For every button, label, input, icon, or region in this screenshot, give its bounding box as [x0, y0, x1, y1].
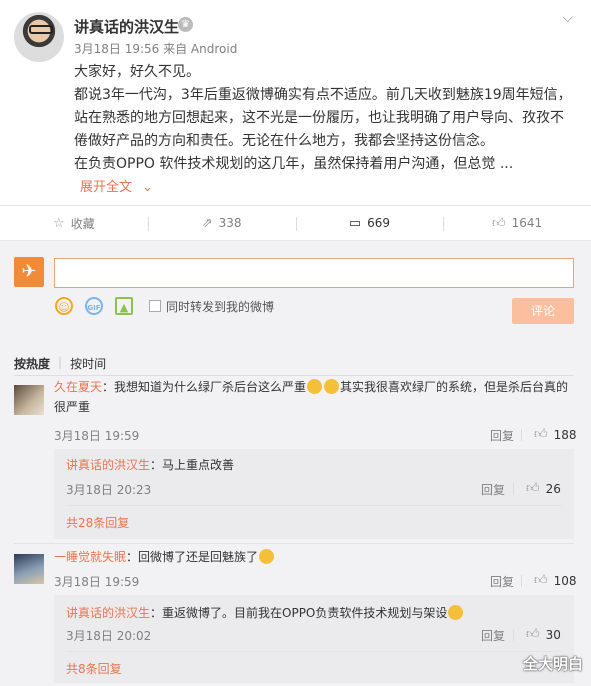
- emoji-icon: [307, 379, 323, 394]
- sort-divider: |: [58, 355, 63, 369]
- member-crown-icon: ♛: [178, 17, 193, 32]
- comment-area: ✈ ☺ GIF ▲ 同时转发到我的微博 评论 按热度 | 按时间 久在夏天：我想…: [0, 241, 591, 686]
- weibo-post: 讲真话的洪汉生 ♛ 3月18日 19:56 来自 Android ⌵ 大家好，好…: [0, 0, 591, 204]
- thumb-up-icon: 👍︎: [534, 573, 548, 588]
- emoji-icon: [448, 605, 464, 620]
- comment-divider: [14, 543, 574, 544]
- my-avatar: ✈: [14, 257, 44, 287]
- comment-text: 一睡觉就失眠：回微博了还是回魅族了: [54, 547, 275, 567]
- thumb-up-icon: 👍︎: [492, 215, 506, 231]
- sort-tabs: 按热度 | 按时间: [14, 355, 106, 372]
- more-replies-link[interactable]: 共28条回复: [66, 514, 129, 531]
- comment-time: 3月18日 19:59: [54, 575, 140, 589]
- reply-author-name[interactable]: 讲真话的洪汉生: [66, 606, 150, 620]
- divider: [521, 429, 522, 441]
- post-line: 大家好，好久不见。: [74, 64, 200, 80]
- share-icon: ⇗: [201, 215, 213, 231]
- forward-button[interactable]: ⇗ 338: [147, 206, 296, 240]
- comment-icon: ▭: [348, 215, 362, 231]
- chevron-down-icon: ⌄: [142, 180, 154, 195]
- reply-like-count: 26: [545, 481, 561, 496]
- post-action-bar: ☆ 收藏 ⇗ 338 ▭ 669 👍︎ 1641: [0, 205, 591, 241]
- divider: [513, 629, 514, 641]
- post-line: 在负责OPPO 软件技术规划的这几年，虽然保持着用户沟通，但总觉 ...: [74, 156, 514, 172]
- submit-comment-button[interactable]: 评论: [512, 298, 574, 324]
- comment-count: 669: [367, 216, 390, 230]
- composer-tools: ☺ GIF ▲ 同时转发到我的微博: [55, 297, 274, 315]
- tab-sort-hot[interactable]: 按热度: [14, 355, 50, 372]
- comment-input[interactable]: [54, 258, 574, 288]
- reply-divider: [66, 505, 562, 506]
- comment-body: ：回微博了还是回魅族了: [126, 550, 259, 564]
- post-line: 倦做好产品的方向和责任。无论在什么地方，我都会坚持这份信念。: [74, 133, 494, 149]
- commenter-avatar[interactable]: [14, 554, 44, 584]
- reply-time: 3月18日 20:02: [66, 629, 152, 643]
- comment-body: ：我想知道为什么绿厂杀后台这么严重: [102, 380, 307, 394]
- like-count: 1641: [511, 216, 543, 230]
- favorite-label: 收藏: [70, 216, 95, 231]
- expand-full-text-link[interactable]: 展开全文 ⌄: [80, 176, 153, 195]
- reply-text: 讲真话的洪汉生：重返微博了。目前我在OPPO负责软件技术规划与架设: [66, 603, 464, 623]
- reply-body: ：重返微博了。目前我在OPPO负责软件技术规划与架设: [150, 606, 448, 620]
- comment-time: 3月18日 19:59: [54, 429, 140, 443]
- reply-like-button[interactable]: 👍︎ 26: [513, 481, 561, 496]
- comment-like-button[interactable]: 👍︎ 188: [521, 427, 577, 442]
- star-icon: ☆: [53, 215, 65, 231]
- author-avatar[interactable]: [14, 12, 64, 62]
- reply-like-count: 30: [545, 627, 561, 642]
- thumb-up-icon: 👍︎: [534, 427, 548, 442]
- thumb-up-icon: 👍︎: [526, 481, 540, 496]
- emoji-icon: [324, 379, 340, 394]
- comment-like-count: 188: [553, 427, 577, 442]
- reply-like-button[interactable]: 👍︎ 30: [513, 627, 561, 642]
- emoji-icon: [259, 549, 275, 564]
- divider: [521, 575, 522, 587]
- comment-text: 久在夏天：我想知道为什么绿厂杀后台这么严重 其实我很喜欢绿厂的系统，但是杀后台真的…: [54, 377, 574, 417]
- comment-like-button[interactable]: 👍︎ 108: [521, 573, 577, 588]
- forward-checkbox[interactable]: [149, 300, 161, 312]
- like-button[interactable]: 👍︎ 1641: [443, 206, 591, 240]
- reply-body: ：马上重点改善: [150, 458, 235, 472]
- post-line: 站在熟悉的地方回想起来，这不光是一份履历，也让我明确了用户导向、孜孜不: [74, 110, 564, 126]
- comment-like-count: 108: [553, 573, 577, 588]
- commenter-name[interactable]: 久在夏天: [54, 380, 102, 394]
- divider: [513, 483, 514, 495]
- post-meta: 3月18日 19:56 来自 Android: [74, 42, 238, 56]
- comment-body: 其实我很喜欢绿厂的系统，但是杀后台真的: [340, 380, 569, 394]
- reply-text: 讲真话的洪汉生：马上重点改善: [66, 455, 234, 475]
- post-menu-chevron-icon[interactable]: ⌵: [562, 10, 573, 26]
- reply-button[interactable]: 回复: [481, 627, 505, 644]
- commenter-avatar[interactable]: [14, 385, 44, 415]
- reply-time: 3月18日 20:23: [66, 483, 152, 497]
- image-icon[interactable]: ▲: [115, 297, 133, 315]
- emoji-icon[interactable]: ☺: [55, 297, 73, 315]
- sort-divider-line: [14, 375, 574, 376]
- watermark: 全大明白: [522, 655, 583, 673]
- thumb-up-icon: 👍︎: [526, 627, 540, 642]
- more-replies-link[interactable]: 共8条回复: [66, 660, 122, 677]
- favorite-button[interactable]: ☆ 收藏: [0, 206, 148, 240]
- commenter-name[interactable]: 一睡觉就失眠: [54, 550, 126, 564]
- expand-label: 展开全文: [80, 180, 133, 195]
- reply-button[interactable]: 回复: [481, 481, 505, 498]
- post-content: 大家好，好久不见。 都说3年一代沟，3年后重返微博确实有点不适应。前几天收到魅族…: [74, 61, 574, 176]
- reply-divider: [66, 651, 562, 652]
- comment-body: 很严重: [54, 400, 91, 414]
- reply-button[interactable]: 回复: [490, 427, 514, 444]
- author-name[interactable]: 讲真话的洪汉生: [74, 16, 179, 37]
- tab-sort-time[interactable]: 按时间: [70, 355, 106, 372]
- comment-button[interactable]: ▭ 669: [295, 206, 444, 240]
- forward-count: 338: [218, 216, 242, 230]
- reply-author-name[interactable]: 讲真话的洪汉生: [66, 458, 150, 472]
- post-line: 都说3年一代沟，3年后重返微博确实有点不适应。前几天收到魅族19周年短信，: [74, 87, 572, 103]
- reply-button[interactable]: 回复: [490, 573, 514, 590]
- forward-checkbox-label: 同时转发到我的微博: [166, 299, 275, 314]
- gif-icon[interactable]: GIF: [85, 297, 103, 315]
